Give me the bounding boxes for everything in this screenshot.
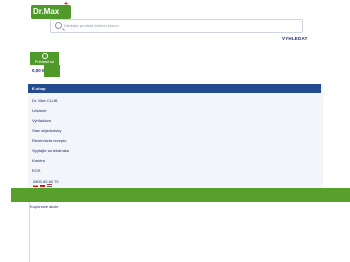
menu-item-order-status[interactable]: Stav objednávky	[32, 128, 61, 133]
login-label: Prihlásit se	[34, 59, 55, 64]
menu-item-prescription[interactable]: Rezervácia receptu	[32, 138, 66, 143]
menu-item-pharmacies[interactable]: Lekárne	[32, 108, 46, 113]
cart-button[interactable]: 0,00 €	[30, 65, 60, 77]
cz-flag-icon[interactable]	[33, 184, 38, 187]
main-menu: E-shop Dr. Max CLUB Lekárne Vyhľadáva St…	[28, 84, 323, 190]
hu-flag-icon[interactable]	[47, 184, 52, 187]
menu-item-eos[interactable]: EOS	[32, 168, 40, 173]
divider	[29, 202, 30, 262]
logo-text: Dr.Max	[33, 7, 60, 16]
login-button[interactable]: Prihlásit se	[30, 52, 59, 65]
logo-cross-icon: +	[64, 1, 69, 8]
coupon-link[interactable]: Kupónové akcie	[30, 204, 58, 209]
logo[interactable]: Dr.Max +	[31, 1, 71, 19]
search-button[interactable]: VYHLEDAT	[282, 36, 308, 41]
menu-item-club[interactable]: Dr. Max CLUB	[32, 98, 58, 103]
green-banner	[11, 188, 350, 202]
sk-flag-icon[interactable]	[40, 184, 45, 187]
cart-price: 0,00 €	[32, 68, 45, 73]
menu-item-ask-pharmacist[interactable]: Spýtajte sa lekárnika	[32, 148, 69, 153]
search-placeholder: Hledejte produkt dobrou cenou	[64, 23, 119, 28]
search-input[interactable]: Hledejte produkt dobrou cenou	[50, 19, 303, 33]
menu-item-eshop[interactable]: E-shop	[28, 84, 321, 93]
menu-item-search[interactable]: Vyhľadáva	[32, 118, 51, 123]
menu-item-career[interactable]: Kariéra	[32, 158, 45, 163]
search-icon	[55, 22, 62, 29]
